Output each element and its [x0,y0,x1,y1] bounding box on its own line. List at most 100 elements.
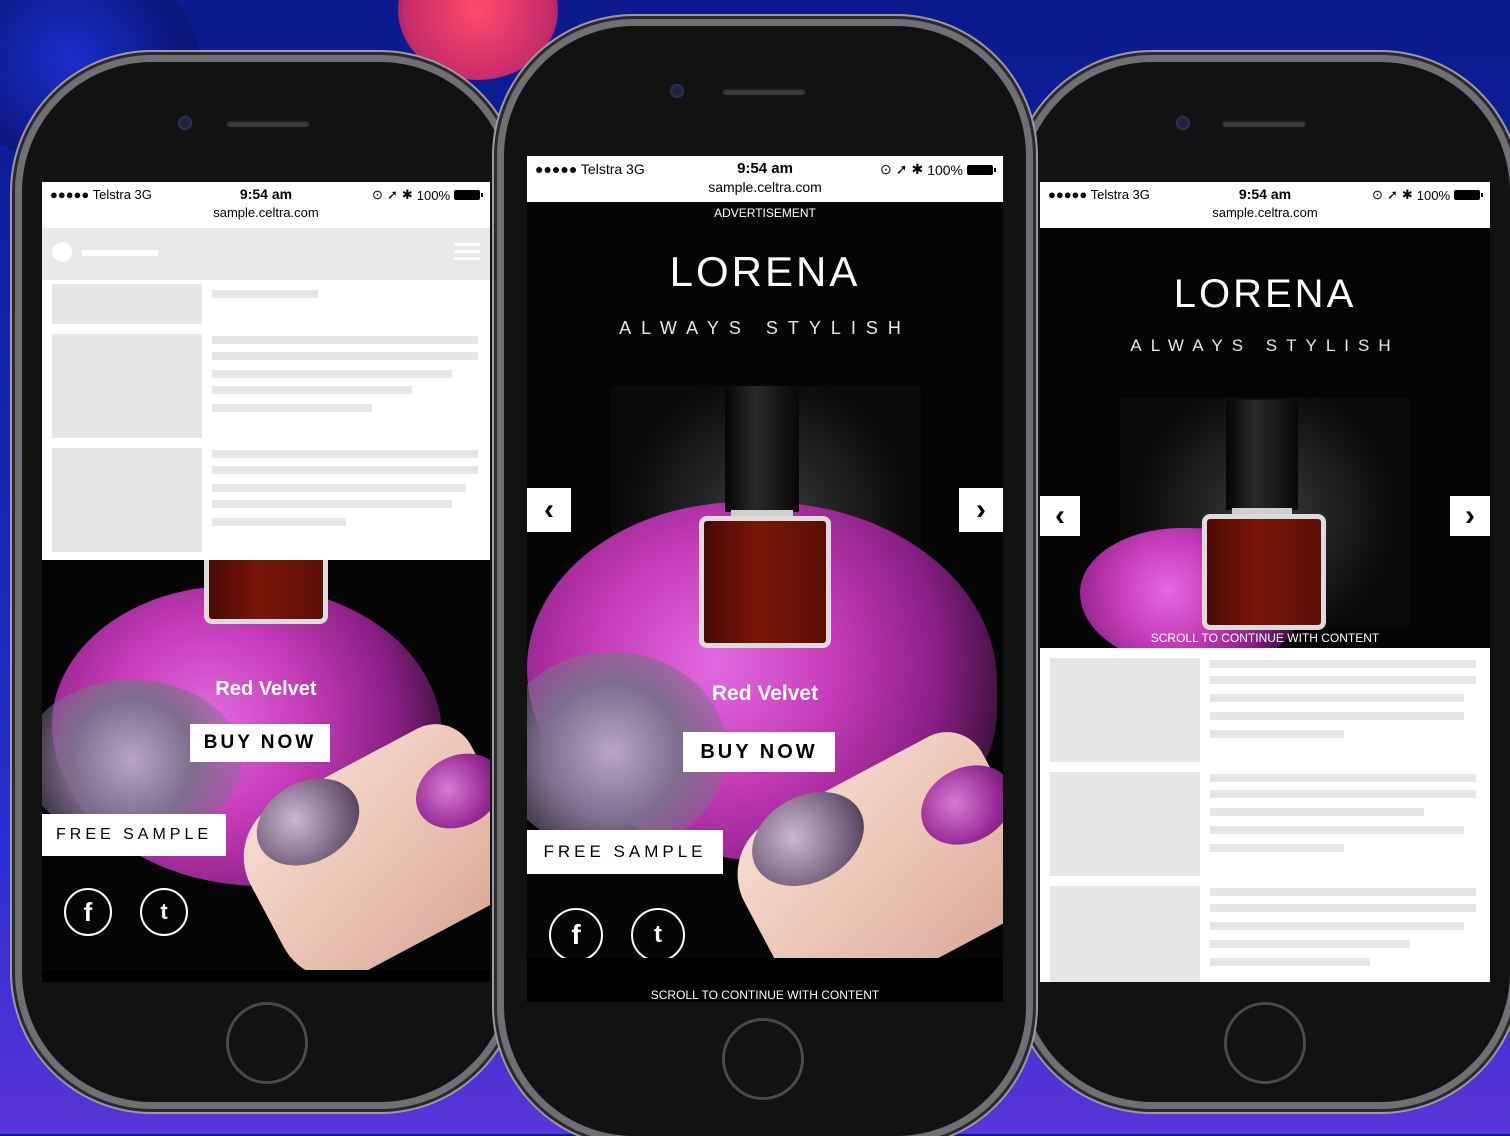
phone-screen: ●●●●● Telstra 3G 9:54 am ⊙ ➚ ✱ 100% samp… [527,156,1003,1002]
lock-rotation-icon: ⊙ [372,187,383,202]
facebook-icon[interactable]: f [64,888,112,936]
site-content [42,280,490,560]
previous-arrow-icon[interactable]: ‹ [527,488,571,532]
location-icon: ➚ [1386,187,1398,202]
text-placeholder [1210,826,1464,834]
text-placeholder [212,352,478,360]
previous-arrow-icon[interactable]: ‹ [1040,496,1080,536]
next-arrow-icon[interactable]: › [1450,496,1490,536]
product-name: Red Velvet [711,682,819,705]
url-bar[interactable]: sample.celtra.com [1040,205,1490,220]
text-placeholder [212,386,412,394]
text-placeholder [1210,888,1476,896]
battery-icon [454,190,483,200]
text-placeholder [1210,676,1476,684]
text-placeholder [1210,774,1476,782]
brand-tagline: ALWAYS STYLISH [1130,336,1400,355]
battery-percent: 100% [1416,187,1450,203]
lock-rotation-icon: ⊙ [879,161,892,177]
brand-logo: LORENA [669,248,861,295]
buy-now-button[interactable]: BUY NOW [683,732,835,772]
status-bar: ●●●●● Telstra 3G 9:54 am ⊙ ➚ ✱ 100% samp… [1040,182,1490,228]
menu-icon[interactable] [454,239,480,264]
phone-center: ●●●●● Telstra 3G 9:54 am ⊙ ➚ ✱ 100% samp… [504,26,1026,1136]
text-placeholder [212,466,478,474]
site-title-placeholder [82,250,158,256]
lock-rotation-icon: ⊙ [1372,187,1383,202]
status-icons: ⊙ ➚ ✱ 100% [1372,187,1483,203]
image-placeholder [52,448,202,552]
nail-polish-bottle-image [1202,400,1326,630]
battery-icon [1454,190,1483,200]
front-camera [178,116,192,130]
bluetooth-icon: ✱ [911,161,924,177]
twitter-icon[interactable]: t [631,908,685,962]
phone-right: ●●●●● Telstra 3G 9:54 am ⊙ ➚ ✱ 100% samp… [1022,62,1510,1102]
text-placeholder [1210,958,1370,966]
earpiece-speaker [1222,120,1306,127]
front-camera [670,84,684,98]
phone-screen: ●●●●● Telstra 3G 9:54 am ⊙ ➚ ✱ 100% samp… [42,182,490,982]
scroll-to-continue-label: SCROLL TO CONTINUE WITH CONTENT [650,988,880,1002]
free-sample-button[interactable]: FREE SAMPLE [42,814,226,856]
advertisement-unit[interactable]: LORENA ALWAYS STYLISH ‹ › SCROLL TO CONT… [1040,228,1490,648]
text-placeholder [1210,790,1476,798]
url-bar[interactable]: sample.celtra.com [527,179,1003,195]
location-icon: ➚ [386,187,398,202]
image-placeholder [52,284,202,324]
url-bar[interactable]: sample.celtra.com [42,205,490,220]
text-placeholder [1210,922,1464,930]
image-placeholder [1050,658,1200,762]
text-placeholder [212,336,478,344]
free-sample-button[interactable]: FREE SAMPLE [527,830,723,874]
twitter-icon[interactable]: t [140,888,188,936]
home-button[interactable] [1224,1002,1306,1084]
image-placeholder [1050,886,1200,982]
home-button[interactable] [226,1002,308,1084]
battery-percent: 100% [416,187,450,203]
phone-left: ●●●●● Telstra 3G 9:54 am ⊙ ➚ ✱ 100% samp… [22,62,510,1102]
text-placeholder [212,500,452,508]
phone-screen: ●●●●● Telstra 3G 9:54 am ⊙ ➚ ✱ 100% samp… [1040,182,1490,982]
advertisement-label: ADVERTISEMENT [714,206,816,220]
scroll-to-continue-label: SCROLL TO CONTINUE WITH CONTENT [1150,631,1380,645]
earpiece-speaker [226,120,310,127]
text-placeholder [212,484,466,492]
status-icons: ⊙ ➚ ✱ 100% [372,187,483,203]
bluetooth-icon: ✱ [401,187,413,202]
text-placeholder [1210,730,1344,738]
product-name: Red Velvet [215,678,317,700]
brand-logo: LORENA [1173,272,1357,316]
text-placeholder [1210,904,1476,912]
text-placeholder [1210,712,1464,720]
earpiece-speaker [722,88,806,95]
buy-now-button[interactable]: BUY NOW [190,724,330,762]
text-placeholder [1210,808,1424,816]
site-header [42,228,490,280]
battery-icon [967,164,996,175]
site-content [1040,648,1490,982]
site-logo-placeholder [52,242,72,262]
location-icon: ➚ [895,161,908,177]
brand-tagline: ALWAYS STYLISH [619,318,911,338]
text-placeholder [1210,940,1410,948]
text-placeholder [1210,844,1344,852]
status-icons: ⊙ ➚ ✱ 100% [879,161,996,178]
battery-percent: 100% [927,161,963,178]
text-placeholder [212,518,346,526]
text-placeholder [212,290,318,298]
text-placeholder [212,450,478,458]
text-placeholder [1210,660,1476,668]
advertisement-unit[interactable]: ADVERTISEMENT LORENA ALWAYS STYLISH ‹ › … [527,202,1003,1002]
facebook-icon[interactable]: f [549,908,603,962]
status-bar: ●●●●● Telstra 3G 9:54 am ⊙ ➚ ✱ 100% samp… [527,156,1003,202]
next-arrow-icon[interactable]: › [959,488,1003,532]
text-placeholder [1210,694,1464,702]
text-placeholder [212,370,452,378]
image-placeholder [1050,772,1200,876]
text-placeholder [212,404,372,412]
nail-polish-bottle-image [699,386,831,648]
advertisement-unit[interactable]: ADVERTISEMENT Red Velvet BUY NOW FREE SA… [42,560,490,970]
bluetooth-icon: ✱ [1401,187,1413,202]
home-button[interactable] [722,1018,804,1100]
